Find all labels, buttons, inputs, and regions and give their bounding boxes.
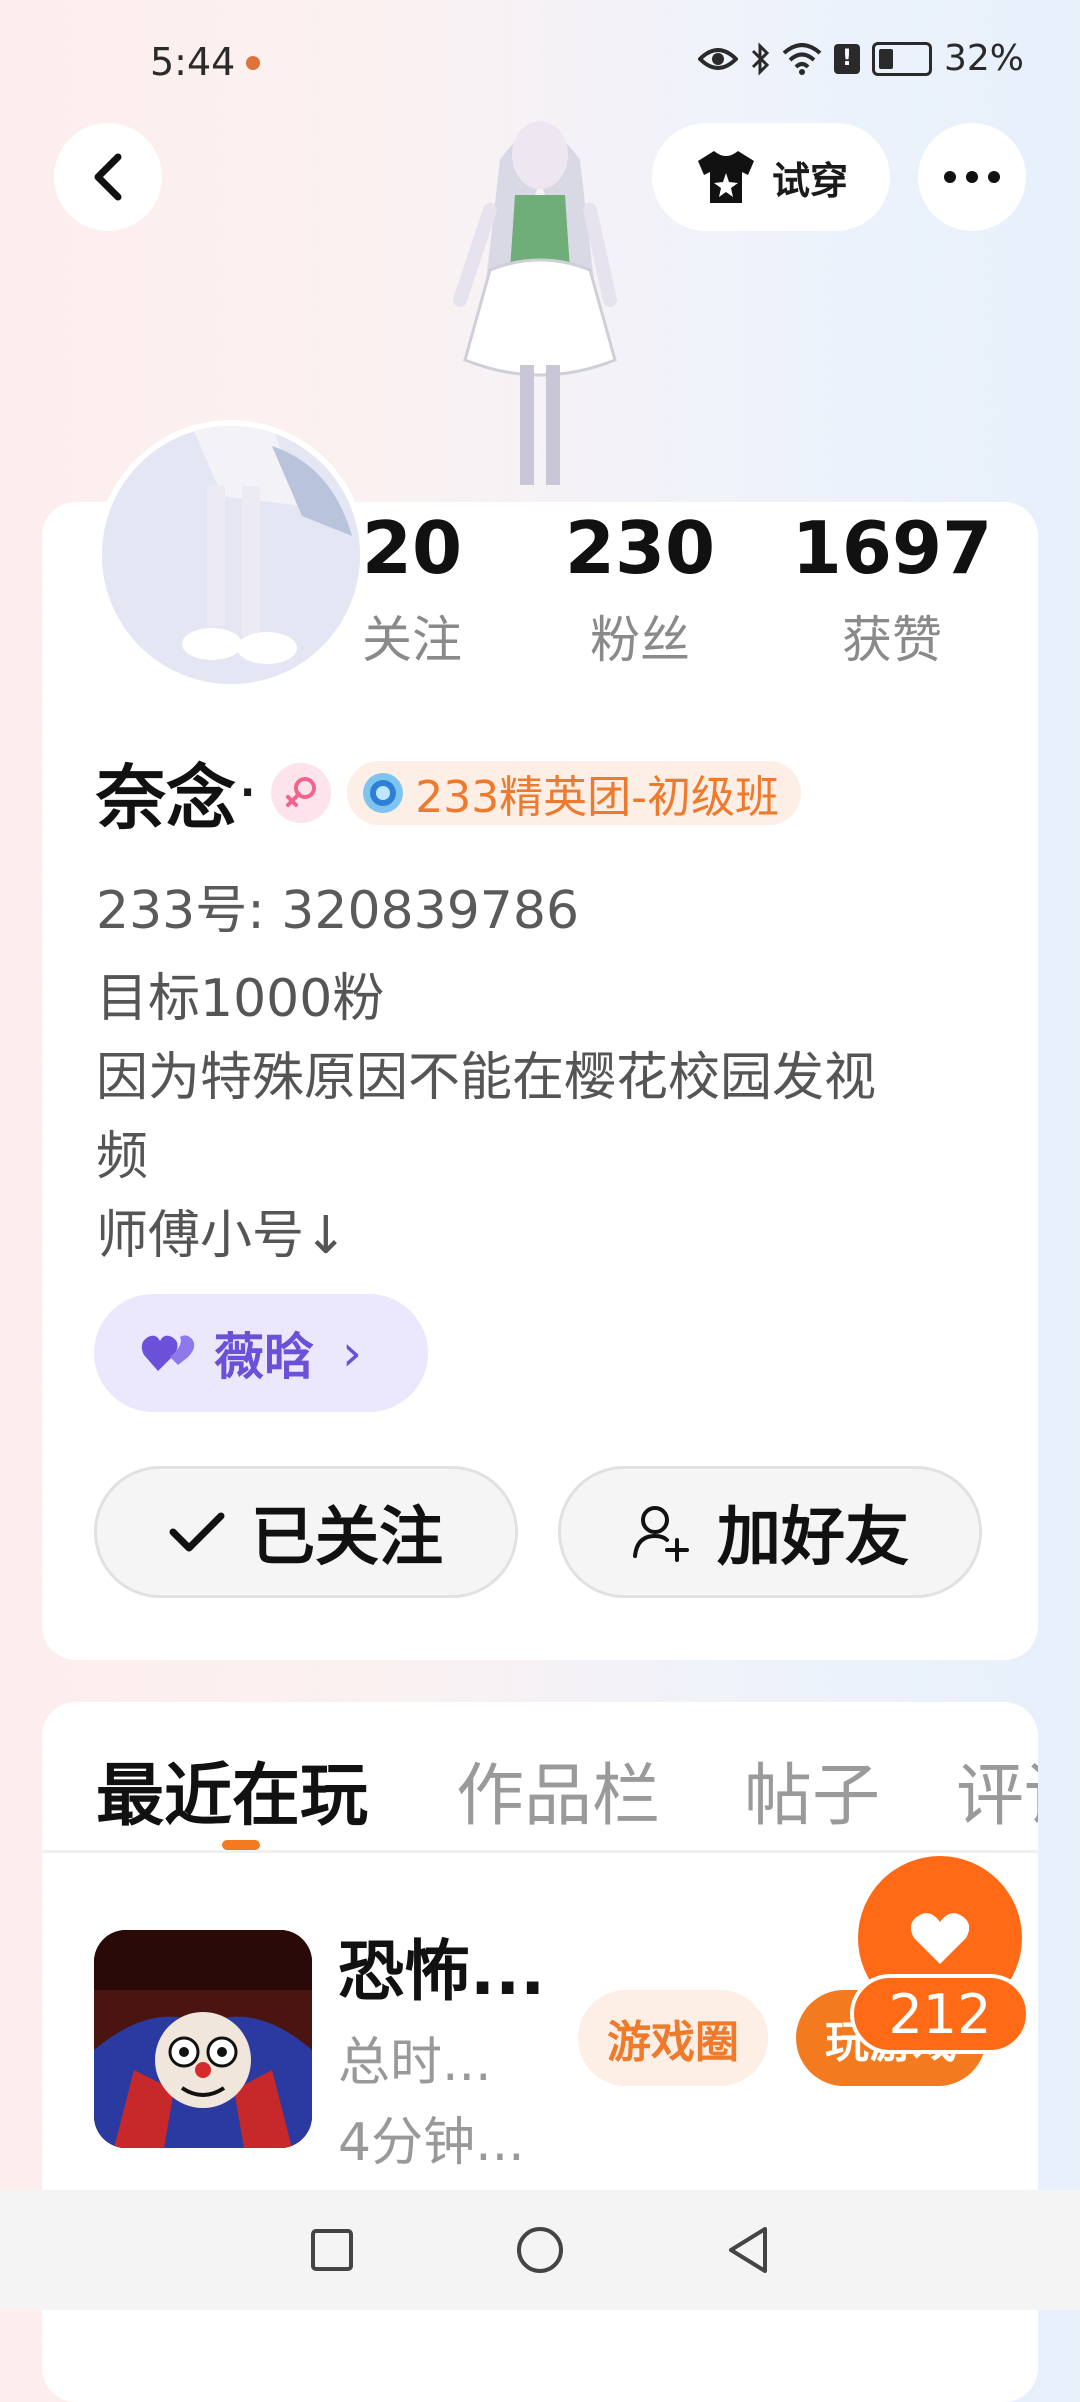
- avatar-image: [102, 426, 360, 684]
- notification-icon: [246, 56, 260, 70]
- stat-fans[interactable]: 230 粉丝: [560, 512, 720, 672]
- avatar-figure-image: [453, 121, 617, 485]
- add-friend-button[interactable]: 加好友: [558, 1466, 982, 1598]
- name-row: 奈念 · 233精英团-初级班: [96, 742, 802, 843]
- hearts-icon: [141, 1335, 195, 1371]
- bio-line: 因为特殊原因不能在樱花校园发视: [96, 1048, 877, 1108]
- tab-works[interactable]: 作品栏: [456, 1740, 660, 1839]
- stat-following[interactable]: 20 关注: [352, 512, 472, 672]
- bio-line: 频: [96, 1127, 149, 1187]
- game-cover-image: [94, 1930, 312, 2148]
- eye-icon: [697, 47, 738, 70]
- game-icon[interactable]: [94, 1930, 312, 2148]
- more-button[interactable]: [918, 123, 1026, 231]
- vibe-label: 薇晗: [214, 1328, 314, 1386]
- game-title[interactable]: 恐怖...: [338, 1918, 545, 2014]
- stat-fans-value: 230: [564, 506, 716, 590]
- followed-label: 已关注: [251, 1501, 443, 1575]
- chevron-right-icon: ›: [342, 1324, 362, 1382]
- avatar[interactable]: [96, 420, 366, 690]
- name-dot: ·: [240, 769, 256, 816]
- try-on-label: 试穿: [771, 158, 848, 203]
- tab-posts[interactable]: 帖子: [744, 1740, 880, 1839]
- tab-divider: [42, 1850, 1038, 1853]
- bio: 目标1000粉 因为特殊原因不能在樱花校园发视 频 师傅小号↓: [96, 960, 1016, 1276]
- back-nav-icon[interactable]: [725, 2225, 771, 2275]
- try-on-button[interactable]: 试穿: [652, 123, 890, 231]
- tab-recently-played[interactable]: 最近在玩: [96, 1740, 368, 1839]
- rank-badge[interactable]: 233精英团-初级班: [347, 760, 802, 825]
- heart-icon: [910, 1913, 970, 1964]
- check-icon: [169, 1512, 225, 1552]
- game-total-time: 总时...: [338, 2033, 492, 2093]
- alert-icon: !: [833, 43, 860, 74]
- user-id: 233号: 320839786: [96, 881, 580, 941]
- vibe-link-button[interactable]: 薇晗 ›: [94, 1294, 428, 1412]
- stat-following-label: 关注: [362, 611, 462, 669]
- stat-likes[interactable]: 1697 获赞: [782, 512, 1002, 672]
- shirt-icon: [697, 151, 754, 203]
- followed-button[interactable]: 已关注: [94, 1466, 518, 1598]
- like-count: 212: [850, 1974, 1030, 2054]
- wifi-icon: [782, 42, 822, 75]
- add-friend-label: 加好友: [717, 1501, 909, 1575]
- recent-apps-icon[interactable]: [309, 2227, 355, 2273]
- bluetooth-icon: [751, 41, 770, 76]
- female-icon: [271, 762, 332, 823]
- chevron-left-icon: [94, 153, 122, 201]
- game-duration: 4分钟...: [338, 2113, 525, 2173]
- rank-badge-label: 233精英团-初级班: [415, 771, 780, 823]
- system-nav-bar: [0, 2190, 1080, 2310]
- stat-fans-label: 粉丝: [590, 611, 690, 669]
- rank-medal-icon: [363, 772, 404, 813]
- back-button[interactable]: [54, 123, 162, 231]
- home-icon[interactable]: [515, 2225, 565, 2275]
- more-dots-icon: [944, 171, 1000, 183]
- battery-percent: 32%: [943, 38, 1024, 79]
- user-name: 奈念: [96, 757, 236, 839]
- bio-line: 目标1000粉: [96, 969, 385, 1029]
- tab-comments[interactable]: 评论: [956, 1740, 1038, 1839]
- add-friend-icon: [633, 1506, 689, 1562]
- status-time: 5:44: [150, 40, 236, 84]
- battery-icon: [871, 41, 932, 76]
- stat-likes-value: 1697: [791, 506, 993, 590]
- status-icons: ! 32%: [697, 38, 1024, 79]
- tab-indicator: [222, 1840, 260, 1850]
- stat-likes-label: 获赞: [842, 611, 942, 669]
- bio-line: 师傅小号↓: [96, 1206, 348, 1266]
- stat-following-value: 20: [361, 506, 463, 590]
- game-circle-button[interactable]: 游戏圈: [578, 1990, 768, 2086]
